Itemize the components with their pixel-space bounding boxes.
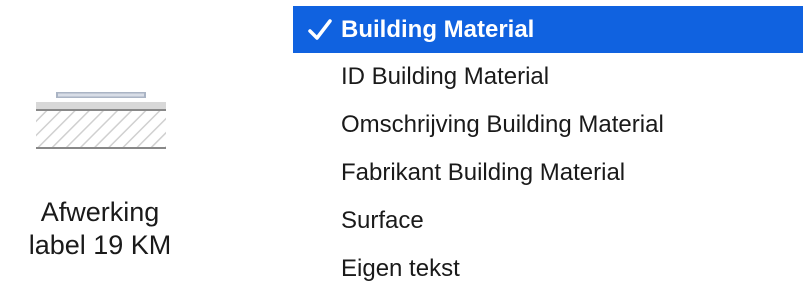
- preview-caption-line1: Afwerking: [40, 197, 160, 227]
- menu-item-surface[interactable]: Surface: [293, 197, 803, 244]
- menu-item-label: Building Material: [341, 15, 535, 43]
- checkmark-icon: [303, 6, 337, 53]
- menu-item-label: Omschrijving Building Material: [341, 110, 664, 138]
- menu-item-fabrikant-building-material[interactable]: Fabrikant Building Material: [293, 149, 803, 196]
- preview-caption: Afwerking label 19 KM: [0, 196, 200, 262]
- menu-item-label: ID Building Material: [341, 62, 550, 90]
- preview-caption-line2: label 19 KM: [28, 230, 172, 260]
- menu-item-building-material[interactable]: Building Material: [293, 6, 803, 53]
- material-label-icon: [36, 92, 166, 152]
- label-settings-view: Afwerking label 19 KM Building Material …: [0, 0, 803, 289]
- menu-item-eigen-tekst[interactable]: Eigen tekst: [293, 245, 803, 289]
- menu-item-label: Surface: [341, 206, 424, 234]
- menu-item-label: Eigen tekst: [341, 254, 460, 282]
- label-preview-panel: Afwerking label 19 KM: [0, 0, 200, 289]
- menu-item-label: Fabrikant Building Material: [341, 158, 626, 186]
- menu-item-id-building-material[interactable]: ID Building Material: [293, 53, 803, 100]
- label-type-menu: Building Material ID Building Material O…: [293, 0, 803, 289]
- menu-item-omschrijving-building-material[interactable]: Omschrijving Building Material: [293, 101, 803, 148]
